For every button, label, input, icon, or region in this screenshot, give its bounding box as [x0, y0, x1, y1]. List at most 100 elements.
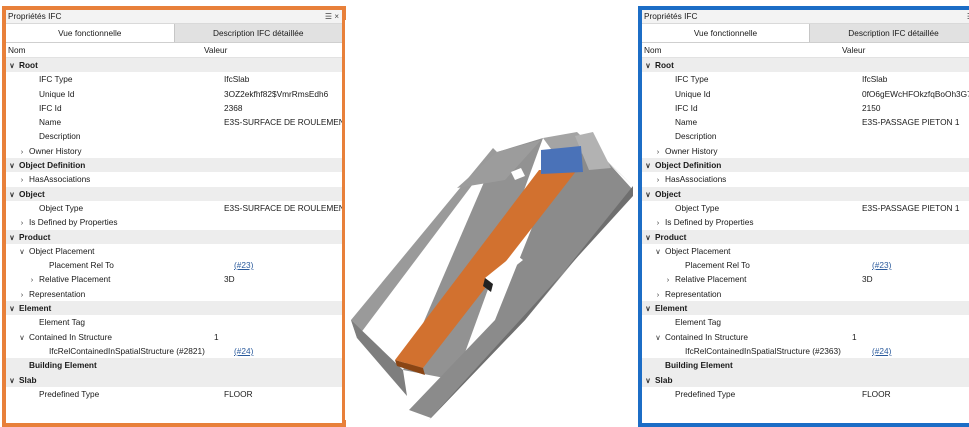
- collapse-chevron-icon[interactable]: ›: [18, 145, 26, 158]
- collapse-chevron-icon[interactable]: ›: [18, 216, 26, 229]
- expand-chevron-icon[interactable]: ∨: [644, 374, 652, 387]
- property-row[interactable]: Description: [6, 129, 342, 143]
- property-value-link[interactable]: (#24): [234, 346, 253, 356]
- expand-chevron-icon[interactable]: ∨: [8, 231, 16, 244]
- property-row[interactable]: › Representation: [642, 287, 969, 301]
- property-row[interactable]: ∨ Slab: [6, 372, 342, 387]
- expand-chevron-icon[interactable]: ∨: [644, 59, 652, 72]
- property-value-link[interactable]: (#23): [872, 260, 891, 270]
- property-row[interactable]: › Relative Placement 3D: [6, 272, 342, 286]
- property-value-cell[interactable]: (#24): [234, 344, 342, 358]
- property-row[interactable]: ∨ Object Definition: [6, 158, 342, 173]
- 3d-viewport[interactable]: [345, 20, 633, 420]
- property-row[interactable]: ∨ Object Definition: [642, 158, 969, 173]
- property-row[interactable]: IFC Id 2368: [6, 101, 342, 115]
- property-row[interactable]: › Owner History: [642, 144, 969, 158]
- property-row[interactable]: › Representation: [6, 287, 342, 301]
- property-value-cell[interactable]: (#23): [872, 258, 969, 272]
- property-name-cell: Placement Rel To: [642, 258, 872, 272]
- property-value-cell: FLOOR: [224, 387, 342, 401]
- expand-chevron-icon[interactable]: ∨: [18, 331, 26, 344]
- property-label: Element Tag: [39, 317, 85, 328]
- property-row[interactable]: Predefined Type FLOOR: [642, 387, 969, 401]
- column-name-header[interactable]: Nom: [642, 43, 842, 57]
- collapse-chevron-icon[interactable]: ›: [664, 273, 672, 286]
- property-row[interactable]: ∨ Product: [642, 229, 969, 244]
- property-row[interactable]: Name E3S-PASSAGE PIETON 1: [642, 115, 969, 129]
- property-row[interactable]: Object Type E3S-SURFACE DE ROULEMENT 1: [6, 201, 342, 215]
- property-row[interactable]: ∨ Element: [642, 301, 969, 316]
- tab-description-ifc[interactable]: Description IFC détaillée: [809, 24, 969, 42]
- expand-chevron-icon[interactable]: ∨: [644, 159, 652, 172]
- property-row[interactable]: › Relative Placement 3D: [642, 272, 969, 286]
- property-value-link[interactable]: (#23): [234, 260, 253, 270]
- expand-chevron-icon[interactable]: ∨: [644, 302, 652, 315]
- property-row[interactable]: Predefined Type FLOOR: [6, 387, 342, 401]
- property-row[interactable]: ∨ Root: [642, 58, 969, 73]
- property-row[interactable]: Building Element: [642, 358, 969, 373]
- property-row[interactable]: ∨ Object Placement: [642, 244, 969, 258]
- collapse-chevron-icon[interactable]: ›: [28, 273, 36, 286]
- property-row[interactable]: Object Type E3S-PASSAGE PIETON 1: [642, 201, 969, 215]
- property-value-cell: [224, 315, 342, 329]
- collapse-chevron-icon[interactable]: ›: [654, 216, 662, 229]
- expand-chevron-icon[interactable]: ∨: [8, 59, 16, 72]
- property-row[interactable]: ∨ Object Placement: [6, 244, 342, 258]
- 3d-model-render[interactable]: [345, 20, 633, 420]
- property-row[interactable]: › HasAssociations: [642, 172, 969, 186]
- expand-chevron-icon[interactable]: ∨: [8, 188, 16, 201]
- property-row[interactable]: › HasAssociations: [6, 172, 342, 186]
- property-row[interactable]: Element Tag: [642, 315, 969, 329]
- property-row[interactable]: IFC Type IfcSlab: [6, 72, 342, 86]
- expand-chevron-icon[interactable]: ∨: [8, 302, 16, 315]
- column-name-header[interactable]: Nom: [6, 43, 204, 57]
- property-row[interactable]: IFC Id 2150: [642, 101, 969, 115]
- property-row[interactable]: › Owner History: [6, 144, 342, 158]
- expand-chevron-icon[interactable]: ∨: [654, 245, 662, 258]
- collapse-chevron-icon[interactable]: ›: [18, 173, 26, 186]
- tab-vue-fonctionnelle[interactable]: Vue fonctionnelle: [642, 24, 809, 42]
- column-value-header[interactable]: Valeur: [204, 43, 342, 57]
- expand-chevron-icon[interactable]: ∨: [8, 374, 16, 387]
- property-row[interactable]: Placement Rel To (#23): [6, 258, 342, 272]
- property-value-link[interactable]: (#24): [872, 346, 891, 356]
- tab-description-ifc[interactable]: Description IFC détaillée: [173, 24, 342, 42]
- collapse-chevron-icon[interactable]: ›: [654, 173, 662, 186]
- property-row[interactable]: ∨ Contained In Structure 1: [6, 330, 342, 344]
- property-name-cell: ∨ Product: [6, 230, 204, 244]
- property-row[interactable]: Name E3S-SURFACE DE ROULEMENT 1: [6, 115, 342, 129]
- pedestrian-slab-highlight[interactable]: [541, 146, 583, 174]
- property-row[interactable]: ∨ Element: [6, 301, 342, 316]
- column-value-header[interactable]: Valeur: [842, 43, 969, 57]
- property-row[interactable]: Element Tag: [6, 315, 342, 329]
- collapse-chevron-icon[interactable]: ›: [18, 288, 26, 301]
- property-row[interactable]: ∨ Slab: [642, 372, 969, 387]
- collapse-chevron-icon[interactable]: ›: [654, 145, 662, 158]
- property-row[interactable]: Description: [642, 129, 969, 143]
- expand-chevron-icon[interactable]: ∨: [644, 231, 652, 244]
- expand-chevron-icon[interactable]: ∨: [644, 188, 652, 201]
- property-row[interactable]: ∨ Product: [6, 229, 342, 244]
- property-value: 3OZ2ekfhf82$VmrRmsEdh6: [224, 88, 329, 99]
- property-row[interactable]: Unique Id 0fO6gEWcHFOkzfqBoOh3G7: [642, 87, 969, 101]
- property-row[interactable]: Unique Id 3OZ2ekfhf82$VmrRmsEdh6: [6, 87, 342, 101]
- property-row[interactable]: › Is Defined by Properties: [642, 215, 969, 229]
- property-row[interactable]: ∨ Object: [642, 186, 969, 201]
- expand-chevron-icon[interactable]: ∨: [654, 331, 662, 344]
- property-row[interactable]: › Is Defined by Properties: [6, 215, 342, 229]
- expand-chevron-icon[interactable]: ∨: [8, 159, 16, 172]
- collapse-chevron-icon[interactable]: ›: [654, 288, 662, 301]
- property-row[interactable]: IfcRelContainedInSpatialStructure (#2821…: [6, 344, 342, 358]
- expand-chevron-icon[interactable]: ∨: [18, 245, 26, 258]
- tab-vue-fonctionnelle[interactable]: Vue fonctionnelle: [6, 24, 174, 42]
- property-row[interactable]: ∨ Object: [6, 186, 342, 201]
- property-row[interactable]: Placement Rel To (#23): [642, 258, 969, 272]
- panel-window-controls[interactable]: ☰ ×: [325, 10, 339, 23]
- property-row[interactable]: ∨ Root: [6, 58, 342, 73]
- property-value-cell[interactable]: (#23): [234, 258, 342, 272]
- property-row[interactable]: IFC Type IfcSlab: [642, 72, 969, 86]
- property-value-cell[interactable]: (#24): [872, 344, 969, 358]
- property-row[interactable]: Building Element: [6, 358, 342, 373]
- property-row[interactable]: ∨ Contained In Structure 1: [642, 330, 969, 344]
- property-row[interactable]: IfcRelContainedInSpatialStructure (#2363…: [642, 344, 969, 358]
